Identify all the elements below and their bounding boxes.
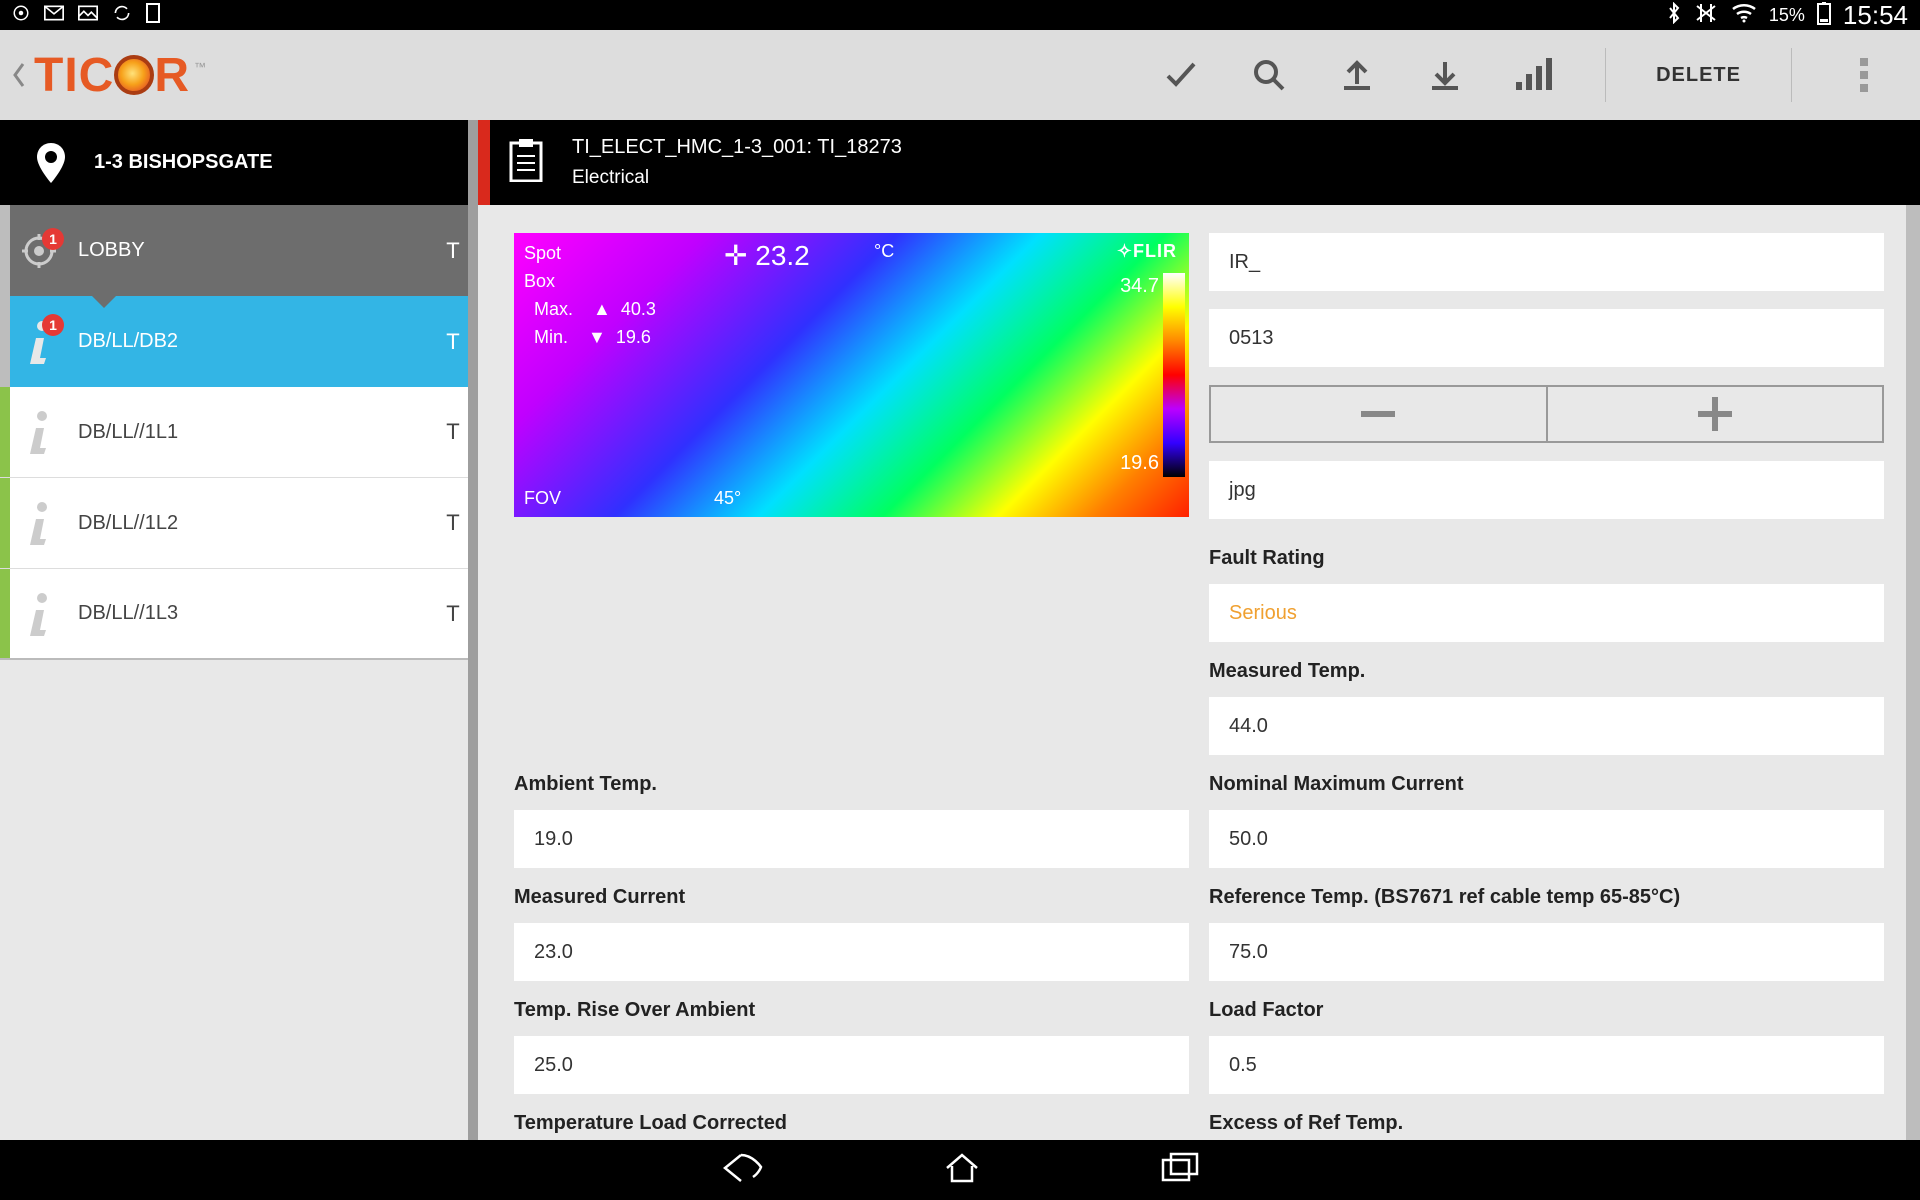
nav-home-icon[interactable] xyxy=(943,1151,981,1190)
bluetooth-icon xyxy=(1667,2,1681,29)
doc-subtitle: Electrical xyxy=(572,167,902,189)
location-name: 1-3 BISHOPSGATE xyxy=(94,151,273,174)
measured-temp-input[interactable]: 44.0 xyxy=(1209,697,1884,755)
info-italic-icon xyxy=(24,592,54,636)
clock: 15:54 xyxy=(1843,0,1908,31)
logo-text-b: R xyxy=(154,48,190,103)
battery-pct: 15% xyxy=(1769,5,1805,26)
wifi-icon xyxy=(1731,3,1757,28)
clipboard-icon xyxy=(508,138,544,187)
nominal-max-current-label: Nominal Maximum Current xyxy=(1209,773,1884,796)
search-icon[interactable] xyxy=(1247,53,1291,97)
document-header: TI_ELECT_HMC_1-3_001: TI_18273 Electrica… xyxy=(478,120,1920,205)
nominal-max-current-input[interactable]: 50.0 xyxy=(1209,810,1884,868)
ext-input[interactable]: jpg xyxy=(1209,461,1884,519)
device-icon xyxy=(146,3,160,28)
severity-strip xyxy=(478,120,490,205)
excess-ref-temp-label: Excess of Ref Temp. xyxy=(1209,1112,1884,1135)
sidebar-item-label: DB/LL/DB2 xyxy=(78,330,428,353)
logo-text-a: TIC xyxy=(34,48,114,103)
ir-prefix-input[interactable]: IR_ xyxy=(1209,233,1884,291)
sidebar-item-1l3[interactable]: DB/LL//1L3 T xyxy=(0,569,478,660)
app-bar: TIC R ™ DELETE xyxy=(0,30,1920,120)
logo-circle-icon xyxy=(114,55,154,95)
home-icon xyxy=(12,4,30,27)
ambient-temp-label: Ambient Temp. xyxy=(514,773,1189,796)
separator xyxy=(1791,48,1792,102)
measured-current-label: Measured Current xyxy=(514,886,1189,909)
info-italic-icon xyxy=(24,410,54,454)
stepper xyxy=(1209,385,1884,443)
badge: 1 xyxy=(42,314,64,336)
fault-rating-select[interactable]: Serious xyxy=(1209,584,1884,642)
sync-icon xyxy=(112,3,132,28)
main-panel: TI_ELECT_HMC_1-3_001: TI_18273 Electrica… xyxy=(478,120,1920,1140)
stepper-minus-button[interactable] xyxy=(1209,385,1546,443)
thermal-image[interactable]: Spot Box Max. ▲ 40.3 Min. ▼ 19.6 ✛ 23.2 … xyxy=(514,233,1189,517)
sidebar-item-1l2[interactable]: DB/LL//1L2 T xyxy=(0,478,478,569)
overflow-menu-icon[interactable] xyxy=(1842,53,1886,97)
form-content[interactable]: Spot Box Max. ▲ 40.3 Min. ▼ 19.6 ✛ 23.2 … xyxy=(478,205,1920,1140)
nav-back-icon[interactable] xyxy=(719,1151,763,1190)
ir-number-input[interactable]: 0513 xyxy=(1209,309,1884,367)
mail-icon xyxy=(44,5,64,26)
back-chevron-icon[interactable] xyxy=(10,50,28,100)
ambient-temp-input[interactable]: 19.0 xyxy=(514,810,1189,868)
sidebar-item-lobby[interactable]: 1 LOBBY T xyxy=(0,205,478,296)
measured-current-input[interactable]: 23.0 xyxy=(514,923,1189,981)
badge: 1 xyxy=(42,228,64,250)
temp-load-corr-label: Temperature Load Corrected xyxy=(514,1112,1189,1135)
sidebar-item-label: DB/LL//1L3 xyxy=(78,602,428,625)
battery-icon xyxy=(1817,1,1831,30)
load-factor-input[interactable]: 0.5 xyxy=(1209,1036,1884,1094)
rise-over-ambient-input[interactable]: 25.0 xyxy=(514,1036,1189,1094)
doc-title: TI_ELECT_HMC_1-3_001: TI_18273 xyxy=(572,136,902,159)
logo-tm: ™ xyxy=(194,60,206,74)
image-icon xyxy=(78,5,98,26)
sidebar: 1-3 BISHOPSGATE 1 LOBBY T 1 DB/LL/DB2 T xyxy=(0,120,478,1140)
load-factor-label: Load Factor xyxy=(1209,999,1884,1022)
sidebar-scroll-track xyxy=(468,120,478,1140)
rise-over-ambient-label: Temp. Rise Over Ambient xyxy=(514,999,1189,1022)
sidebar-item-label: DB/LL//1L1 xyxy=(78,421,428,444)
confirm-check-icon[interactable] xyxy=(1159,53,1203,97)
measured-temp-label: Measured Temp. xyxy=(1209,660,1884,683)
sidebar-item-label: DB/LL//1L2 xyxy=(78,512,428,535)
separator xyxy=(1605,48,1606,102)
signal-bars-icon[interactable] xyxy=(1511,53,1555,97)
info-italic-icon xyxy=(24,501,54,545)
vibrate-icon xyxy=(1693,2,1719,29)
download-icon[interactable] xyxy=(1423,53,1467,97)
sidebar-item-db2[interactable]: 1 DB/LL/DB2 T xyxy=(0,296,478,387)
android-status-bar: 15% 15:54 xyxy=(0,0,1920,30)
nav-recent-icon[interactable] xyxy=(1161,1152,1201,1189)
location-header[interactable]: 1-3 BISHOPSGATE xyxy=(0,120,478,205)
app-logo[interactable]: TIC R ™ xyxy=(34,48,206,103)
delete-button[interactable]: DELETE xyxy=(1656,64,1741,87)
fault-rating-label: Fault Rating xyxy=(1209,547,1884,570)
sidebar-item-label: LOBBY xyxy=(78,239,428,262)
location-pin-icon xyxy=(24,143,78,183)
reference-temp-input[interactable]: 75.0 xyxy=(1209,923,1884,981)
sidebar-item-1l1[interactable]: DB/LL//1L1 T xyxy=(0,387,478,478)
stepper-plus-button[interactable] xyxy=(1546,385,1885,443)
main-scroll-track[interactable] xyxy=(1906,205,1920,1140)
reference-temp-label: Reference Temp. (BS7671 ref cable temp 6… xyxy=(1209,886,1884,909)
upload-icon[interactable] xyxy=(1335,53,1379,97)
android-nav-bar xyxy=(0,1140,1920,1200)
